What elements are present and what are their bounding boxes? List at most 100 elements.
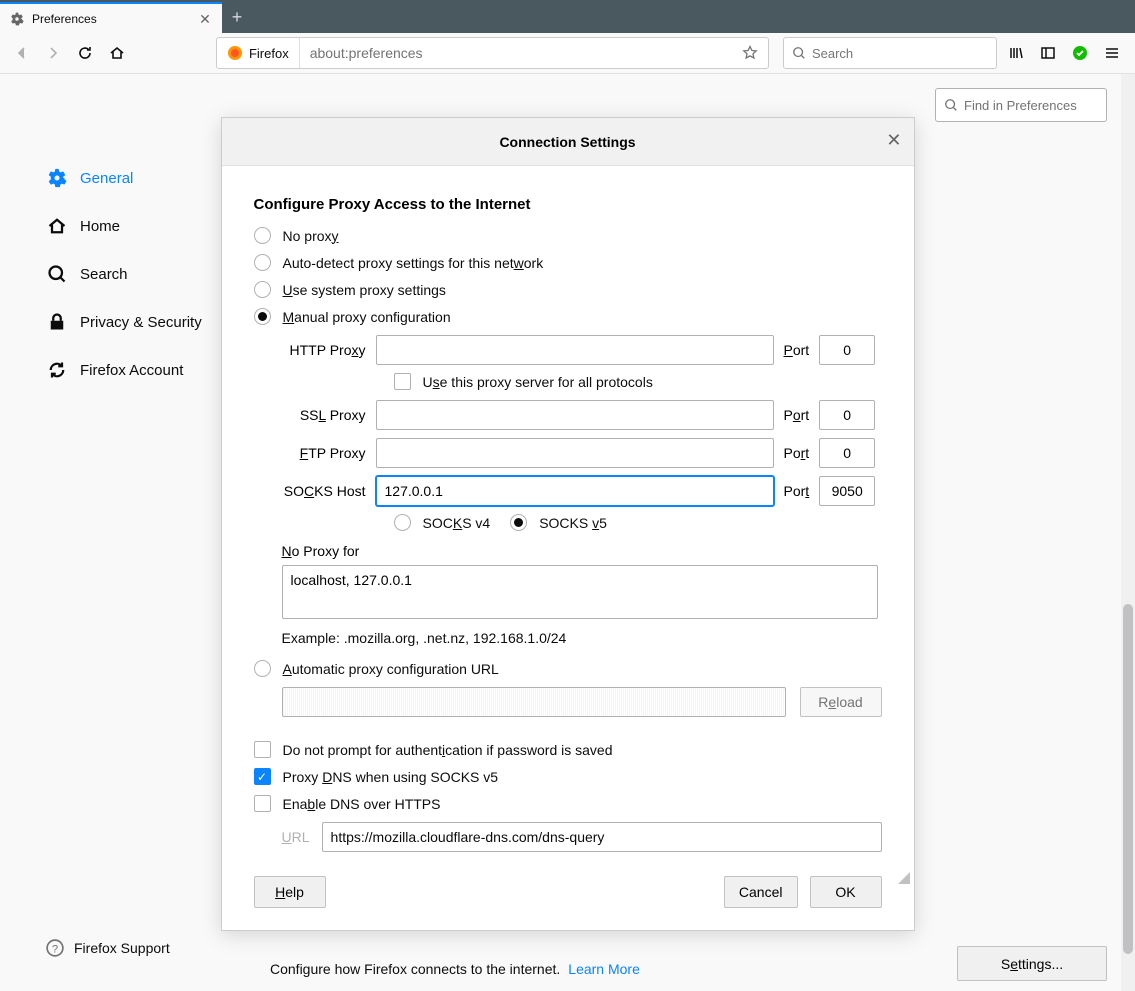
toolbar: Firefox about:preferences bbox=[0, 33, 1135, 74]
scrollbar-thumb[interactable] bbox=[1123, 604, 1133, 954]
url-text: about:preferences bbox=[300, 45, 732, 61]
ssl-proxy-input[interactable] bbox=[376, 400, 774, 430]
find-in-preferences[interactable]: Find in Preferences bbox=[935, 88, 1107, 122]
port-label: Port bbox=[784, 445, 810, 461]
example-text: Example: .mozilla.org, .net.nz, 192.168.… bbox=[282, 630, 882, 646]
checkbox-icon bbox=[254, 795, 271, 812]
home-button[interactable] bbox=[103, 38, 131, 68]
svg-text:?: ? bbox=[52, 944, 58, 956]
dialog-header: Connection Settings ✕ bbox=[222, 118, 914, 166]
no-proxy-textarea[interactable] bbox=[282, 565, 878, 619]
connection-settings-dialog: Connection Settings ✕ Configure Proxy Ac… bbox=[221, 117, 915, 931]
firefox-icon bbox=[227, 45, 243, 61]
cancel-button[interactable]: Cancel bbox=[724, 876, 798, 908]
find-placeholder: Find in Preferences bbox=[964, 98, 1077, 113]
radio-icon bbox=[254, 281, 271, 298]
port-label: Port bbox=[784, 342, 810, 358]
dialog-footer: Help Cancel OK bbox=[222, 860, 914, 930]
doh-url-input[interactable] bbox=[322, 822, 882, 852]
search-icon bbox=[792, 46, 806, 60]
ssl-port-input[interactable] bbox=[819, 400, 875, 430]
radio-icon bbox=[254, 254, 271, 271]
radio-socks4[interactable]: SOCKS v4 bbox=[394, 514, 491, 531]
sidebar-item-general[interactable]: General bbox=[0, 154, 251, 202]
learn-more-link[interactable]: Learn More bbox=[568, 961, 640, 977]
hamburger-menu-icon[interactable] bbox=[1097, 38, 1127, 68]
port-label: Port bbox=[784, 483, 810, 499]
http-port-input[interactable] bbox=[819, 335, 875, 365]
radio-icon bbox=[254, 227, 271, 244]
close-icon[interactable]: ✕ bbox=[198, 12, 212, 26]
ftp-proxy-input[interactable] bbox=[376, 438, 774, 468]
sidebar-item-privacy[interactable]: Privacy & Security bbox=[0, 298, 251, 346]
ssl-proxy-label: SSL Proxy bbox=[282, 407, 366, 423]
radio-pac-url[interactable]: Automatic proxy configuration URL bbox=[254, 660, 882, 677]
sidebar-item-search[interactable]: Search bbox=[0, 250, 251, 298]
pac-url-input[interactable] bbox=[282, 687, 786, 717]
resize-grip-icon[interactable] bbox=[896, 870, 910, 884]
radio-icon bbox=[394, 514, 411, 531]
ok-button[interactable]: OK bbox=[810, 876, 882, 908]
doh-url-label: URL bbox=[282, 829, 310, 845]
forward-button[interactable] bbox=[40, 38, 68, 68]
port-label: Port bbox=[784, 407, 810, 423]
section-title: Configure Proxy Access to the Internet bbox=[254, 196, 882, 213]
socks-port-input[interactable] bbox=[819, 476, 875, 506]
radio-socks5[interactable]: SOCKS v5 bbox=[510, 514, 607, 531]
page-scrollbar[interactable] bbox=[1121, 74, 1135, 991]
close-icon[interactable]: ✕ bbox=[886, 130, 901, 151]
ftp-port-input[interactable] bbox=[819, 438, 875, 468]
sidebar-item-home[interactable]: Home bbox=[0, 202, 251, 250]
doh-checkbox[interactable]: Enable DNS over HTTPS bbox=[254, 795, 882, 812]
help-button[interactable]: Help bbox=[254, 876, 326, 908]
back-button[interactable] bbox=[8, 38, 36, 68]
sync-icon bbox=[46, 359, 68, 381]
search-input[interactable] bbox=[812, 46, 988, 61]
radio-icon bbox=[254, 660, 271, 677]
url-bar[interactable]: Firefox about:preferences bbox=[216, 37, 769, 69]
radio-icon bbox=[510, 514, 527, 531]
proxy-dns-checkbox[interactable]: Proxy DNS when using SOCKS v5 bbox=[254, 768, 882, 785]
sidebar-item-label: General bbox=[80, 170, 133, 187]
sidebar-icon[interactable] bbox=[1033, 38, 1063, 68]
no-proxy-label: No Proxy for bbox=[282, 543, 882, 559]
dialog-title: Connection Settings bbox=[499, 134, 635, 150]
sidebar-item-label: Home bbox=[80, 218, 120, 235]
radio-manual-proxy[interactable]: Manual proxy configuration bbox=[254, 308, 882, 325]
identity-box[interactable]: Firefox bbox=[217, 38, 300, 68]
sidebar-support-link[interactable]: ? Firefox Support bbox=[46, 939, 170, 957]
tab-strip: Preferences ✕ + bbox=[0, 0, 1135, 33]
socks-host-label: SOCKS Host bbox=[282, 483, 366, 499]
radio-auto-detect[interactable]: Auto-detect proxy settings for this netw… bbox=[254, 254, 882, 271]
use-all-checkbox[interactable]: Use this proxy server for all protocols bbox=[394, 373, 882, 390]
new-tab-button[interactable]: + bbox=[222, 2, 252, 33]
identity-label: Firefox bbox=[249, 46, 289, 61]
search-bar[interactable] bbox=[783, 37, 997, 69]
library-icon[interactable] bbox=[1001, 38, 1031, 68]
network-settings-button[interactable]: Settings... bbox=[957, 946, 1107, 981]
radio-icon bbox=[254, 308, 271, 325]
sidebar-item-label: Firefox Account bbox=[80, 362, 183, 379]
support-label: Firefox Support bbox=[74, 940, 170, 956]
http-proxy-input[interactable] bbox=[376, 335, 774, 365]
sidebar-item-account[interactable]: Firefox Account bbox=[0, 346, 251, 394]
network-hint: Configure how Firefox connects to the in… bbox=[270, 961, 640, 977]
radio-no-proxy[interactable]: No proxy bbox=[254, 227, 882, 244]
reload-button[interactable]: Reload bbox=[800, 687, 882, 717]
checkbox-icon bbox=[394, 373, 411, 390]
home-icon bbox=[46, 215, 68, 237]
browser-tab[interactable]: Preferences ✕ bbox=[0, 2, 222, 33]
lock-icon bbox=[46, 311, 68, 333]
bookmark-star-icon[interactable] bbox=[732, 38, 768, 68]
tab-title: Preferences bbox=[32, 12, 97, 26]
ftp-proxy-label: FTP Proxy bbox=[282, 445, 366, 461]
socks-host-input[interactable] bbox=[376, 476, 774, 506]
no-auth-prompt-checkbox[interactable]: Do not prompt for authentication if pass… bbox=[254, 741, 882, 758]
radio-system-proxy[interactable]: Use system proxy settings bbox=[254, 281, 882, 298]
sidebar-item-label: Search bbox=[80, 266, 128, 283]
help-icon: ? bbox=[46, 939, 64, 957]
reload-button[interactable] bbox=[71, 38, 99, 68]
checkbox-icon bbox=[254, 741, 271, 758]
extension-icon[interactable] bbox=[1065, 38, 1095, 68]
search-icon bbox=[944, 98, 958, 112]
